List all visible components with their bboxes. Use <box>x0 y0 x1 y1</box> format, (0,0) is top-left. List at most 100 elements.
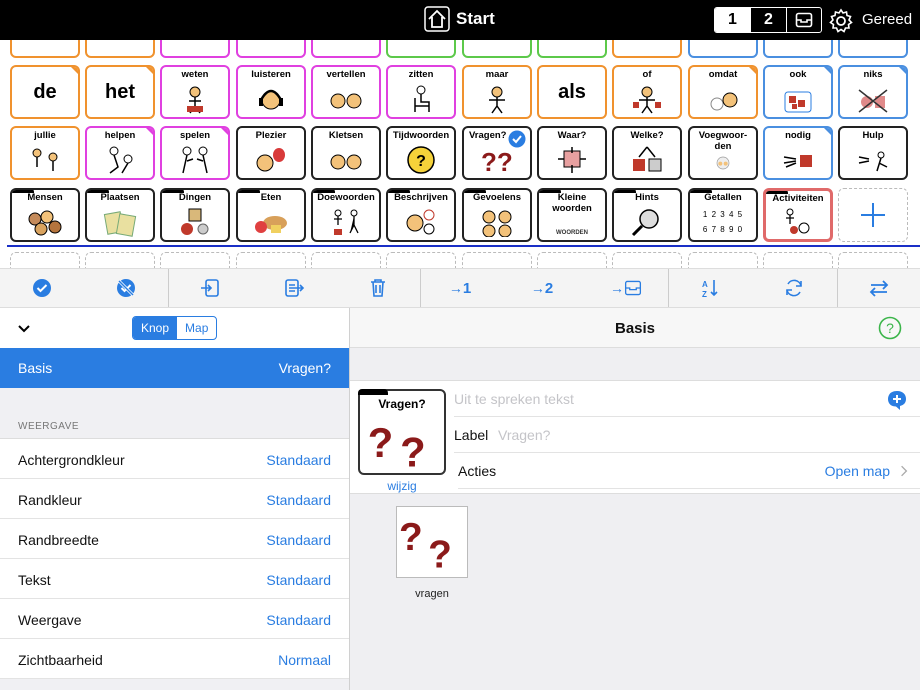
settings-gear-icon[interactable] <box>828 8 854 34</box>
property-row-background-color[interactable]: Achtergrondkleur Standaard <box>0 439 349 479</box>
folder-kleine-woorden[interactable]: Kleine woorden WOORDEN <box>537 188 607 242</box>
empty-slot[interactable] <box>838 252 908 268</box>
add-speech-icon[interactable] <box>886 389 908 411</box>
tray-button[interactable] <box>787 8 821 32</box>
grid-cell-weten[interactable]: weten <box>160 65 230 119</box>
grid-cell-partial[interactable] <box>838 40 908 58</box>
empty-slot[interactable] <box>311 252 381 268</box>
grid-cell-omdat[interactable]: omdat <box>688 65 758 119</box>
property-row-border-color[interactable]: Randkleur Standaard <box>0 479 349 519</box>
edit-image-link[interactable]: wijzig <box>358 479 446 493</box>
mode-map-tab[interactable]: Map <box>177 317 216 339</box>
property-row-text[interactable]: Tekst Standaard <box>0 559 349 599</box>
move-to-page-1-button[interactable]: → 1 <box>420 269 500 307</box>
label-input[interactable]: Vragen? <box>498 427 550 443</box>
grid-cell-partial[interactable] <box>462 40 532 58</box>
grid-cell-partial[interactable] <box>386 40 456 58</box>
grid-cell-jullie[interactable]: jullie <box>10 126 80 180</box>
grid-cell-nodig[interactable]: nodig <box>763 126 833 180</box>
folder-eten[interactable]: Eten <box>236 188 306 242</box>
cell-label: Gevoelens <box>472 192 522 203</box>
grid-cell-welke[interactable]: Welke? <box>612 126 682 180</box>
image-result-tile[interactable]: ? ? <box>396 506 468 578</box>
folder-hints[interactable]: Hints <box>612 188 682 242</box>
empty-slot[interactable] <box>85 252 155 268</box>
things-icon <box>181 208 209 235</box>
grid-cell-plezier[interactable]: Plezier <box>236 126 306 180</box>
grid-cell-maar[interactable]: maar <box>462 65 532 119</box>
grid-cell-kletsen[interactable]: Kletsen <box>311 126 381 180</box>
grid-cell-luisteren[interactable]: luisteren <box>236 65 306 119</box>
grid-cell-ook[interactable]: ook <box>763 65 833 119</box>
delete-button[interactable] <box>336 269 420 307</box>
label-row[interactable]: Label Vragen? <box>454 417 920 453</box>
folder-getallen[interactable]: Getallen 1 2 3 4 5 6 7 8 9 0 <box>688 188 758 242</box>
empty-slot[interactable] <box>462 252 532 268</box>
grid-cell-of[interactable]: of <box>612 65 682 119</box>
grid-cell-partial[interactable] <box>236 40 306 58</box>
selected-item-row[interactable]: Basis Vragen? <box>0 348 349 388</box>
sort-button[interactable]: AZ <box>668 269 752 307</box>
empty-slot[interactable] <box>688 252 758 268</box>
grid-cell-hulp[interactable]: Hulp <box>838 126 908 180</box>
folder-gevoelens[interactable]: Gevoelens <box>462 188 532 242</box>
property-row-visibility[interactable]: Zichtbaarheid Normaal <box>0 639 349 679</box>
help-question-icon[interactable]: ? <box>878 316 902 340</box>
cell-label: nodig <box>785 130 811 141</box>
grid-cell-het[interactable]: het <box>85 65 155 119</box>
grid-cell-de[interactable]: de <box>10 65 80 119</box>
grid-cell-partial[interactable] <box>10 40 80 58</box>
grid-cell-vragen[interactable]: Vragen? ?? <box>462 126 532 180</box>
move-to-tray-button[interactable]: → <box>584 269 668 307</box>
grid-cell-vertellen[interactable]: vertellen <box>311 65 381 119</box>
speak-text-row[interactable]: Uit te spreken tekst <box>454 381 920 417</box>
chevron-down-icon[interactable] <box>16 320 32 336</box>
refresh-button[interactable] <box>752 269 836 307</box>
swap-button[interactable] <box>837 269 920 307</box>
select-all-button[interactable] <box>0 269 84 307</box>
import-button[interactable] <box>168 269 252 307</box>
folder-activiteiten[interactable]: Activiteiten <box>763 188 833 242</box>
deselect-button[interactable] <box>84 269 168 307</box>
grid-cell-tijdwoorden[interactable]: Tijdwoorden ? <box>386 126 456 180</box>
empty-slot[interactable] <box>763 252 833 268</box>
empty-slot[interactable] <box>386 252 456 268</box>
speak-text-input[interactable]: Uit te spreken tekst <box>454 391 574 407</box>
grid-cell-niks[interactable]: niks <box>838 65 908 119</box>
empty-slot[interactable] <box>236 252 306 268</box>
grid-cell-partial[interactable] <box>612 40 682 58</box>
home-button[interactable]: Start <box>424 6 495 32</box>
grid-cell-zitten[interactable]: zitten <box>386 65 456 119</box>
folder-dingen[interactable]: Dingen <box>160 188 230 242</box>
mode-knop-tab[interactable]: Knop <box>133 317 178 339</box>
add-button-cell[interactable] <box>838 188 908 242</box>
folder-beschrijven[interactable]: Beschrijven <box>386 188 456 242</box>
grid-cell-partial[interactable] <box>311 40 381 58</box>
empty-slot[interactable] <box>537 252 607 268</box>
grid-cell-partial[interactable] <box>763 40 833 58</box>
grid-cell-partial[interactable] <box>688 40 758 58</box>
done-button[interactable]: Gereed <box>862 11 912 28</box>
grid-cell-partial[interactable] <box>85 40 155 58</box>
grid-cell-partial[interactable] <box>160 40 230 58</box>
folder-mensen[interactable]: Mensen <box>10 188 80 242</box>
grid-cell-waar[interactable]: Waar? <box>537 126 607 180</box>
folder-plaatsen[interactable]: Plaatsen <box>85 188 155 242</box>
export-button[interactable] <box>252 269 336 307</box>
empty-slot[interactable] <box>10 252 80 268</box>
grid-cell-als[interactable]: als <box>537 65 607 119</box>
right-panel-header: Basis ? <box>350 308 920 348</box>
grid-cell-spelen[interactable]: spelen <box>160 126 230 180</box>
grid-cell-partial[interactable] <box>537 40 607 58</box>
actions-row[interactable]: Acties Open map <box>458 453 920 489</box>
page-1-button[interactable]: 1 <box>715 8 751 32</box>
grid-cell-helpen[interactable]: helpen <box>85 126 155 180</box>
folder-doewoorden[interactable]: Doewoorden <box>311 188 381 242</box>
grid-cell-voegwoorden[interactable]: Voegwoor- den <box>688 126 758 180</box>
empty-slot[interactable] <box>160 252 230 268</box>
property-row-display[interactable]: Weergave Standaard <box>0 599 349 639</box>
property-row-border-width[interactable]: Randbreedte Standaard <box>0 519 349 559</box>
empty-slot[interactable] <box>612 252 682 268</box>
page-2-button[interactable]: 2 <box>751 8 787 32</box>
move-to-page-2-button[interactable]: → 2 <box>500 269 584 307</box>
